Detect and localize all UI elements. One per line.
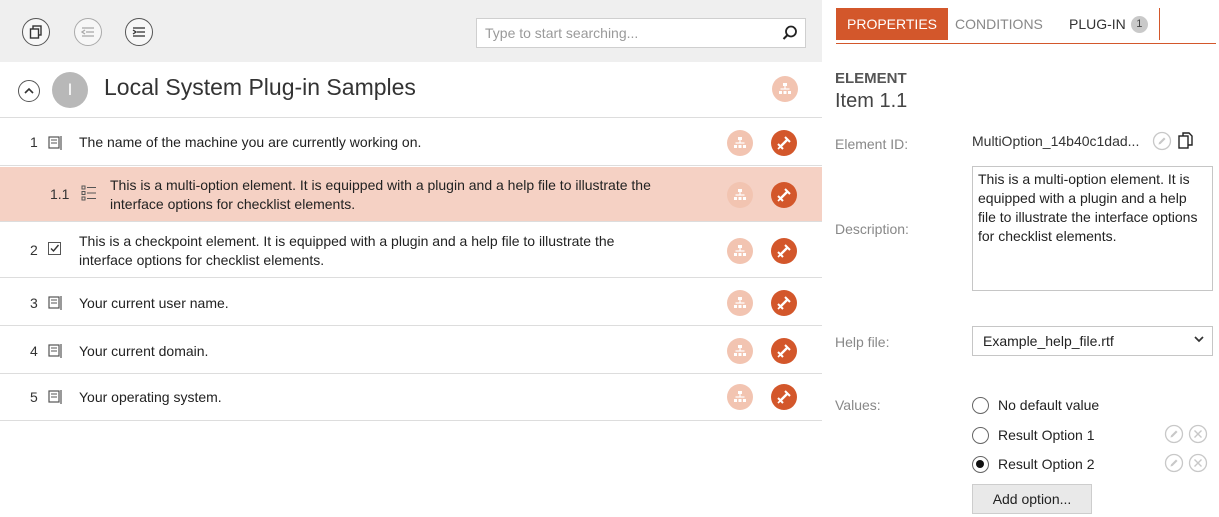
plugin-icon[interactable] — [771, 338, 797, 364]
chevron-down-icon — [1194, 335, 1204, 343]
plugin-count-badge: 1 — [1130, 15, 1148, 33]
value-option-actions — [1164, 453, 1208, 473]
list-item[interactable]: 1 The name of the machine you are curren… — [0, 119, 822, 166]
edit-icon[interactable] — [1152, 131, 1172, 151]
checkpoint-icon[interactable] — [48, 242, 61, 255]
dependency-icon[interactable] — [727, 130, 753, 156]
tab-conditions[interactable]: CONDITIONS — [944, 8, 1054, 40]
delete-icon[interactable] — [1188, 424, 1208, 444]
copy-icon[interactable] — [22, 18, 50, 46]
dependency-icon[interactable] — [772, 76, 798, 102]
dependency-icon[interactable] — [727, 238, 753, 264]
item-text-line1: This is a checkpoint element. It is equi… — [79, 233, 615, 249]
help-file-select[interactable]: Example_help_file.rtf — [972, 326, 1213, 356]
item-text-line1: This is a multi-option element. It is eq… — [110, 177, 651, 193]
dependency-icon[interactable] — [727, 338, 753, 364]
list-item[interactable]: 2 This is a checkpoint element. It is eq… — [0, 223, 822, 278]
list-item[interactable]: 3 Your current user name. — [0, 279, 822, 326]
indent-icon[interactable] — [125, 18, 153, 46]
edit-icon[interactable] — [1164, 453, 1184, 473]
dependency-icon[interactable] — [727, 182, 753, 208]
search-input[interactable] — [477, 19, 773, 47]
radio-button-checked[interactable] — [972, 456, 989, 473]
plugin-icon[interactable] — [771, 238, 797, 264]
properties-tabs: PROPERTIES CONDITIONS PLUG-IN 1 — [836, 8, 1216, 44]
list-item-selected[interactable]: 1.1 This is a multi-option element. It i… — [0, 167, 822, 222]
search-icon[interactable] — [781, 24, 799, 42]
checklist-pane: I Local System Plug-in Samples 1 The nam… — [0, 0, 822, 517]
list-item[interactable]: 5 Your operating system. — [0, 375, 822, 421]
item-text: Your current domain. — [79, 343, 209, 359]
item-number: 1 — [30, 134, 38, 150]
list-item[interactable]: 4 Your current domain. — [0, 327, 822, 374]
dependency-icon[interactable] — [727, 384, 753, 410]
item-number: 5 — [30, 389, 38, 405]
text-element-icon — [48, 295, 64, 311]
copy-to-clipboard-icon[interactable] — [1178, 132, 1194, 150]
text-element-icon — [48, 135, 64, 151]
text-element-icon — [48, 389, 64, 405]
item-text: Your current user name. — [79, 295, 229, 311]
text-element-icon — [48, 343, 64, 359]
plugin-icon[interactable] — [771, 290, 797, 316]
description-label: Description: — [835, 221, 909, 237]
delete-icon[interactable] — [1188, 453, 1208, 473]
collapse-icon[interactable] — [18, 80, 40, 102]
checklist-toolbar — [0, 0, 822, 62]
multi-option-icon — [81, 185, 97, 201]
element-id-actions — [1152, 131, 1194, 151]
plugin-icon[interactable] — [771, 182, 797, 208]
description-field[interactable]: This is a multi-option element. It is eq… — [972, 166, 1213, 291]
search-box — [476, 18, 806, 48]
checklist-title: Local System Plug-in Samples — [104, 74, 416, 100]
radio-button[interactable] — [972, 427, 989, 444]
item-text: Your operating system. — [79, 389, 222, 405]
item-number: 3 — [30, 295, 38, 311]
tab-plugin-label: PLUG-IN — [1069, 16, 1126, 32]
item-text-line2: interface options for checklist elements… — [79, 252, 325, 268]
plugin-icon[interactable] — [771, 130, 797, 156]
item-text: The name of the machine you are currentl… — [79, 134, 422, 150]
value-option-label: Result Option 1 — [998, 427, 1095, 443]
tab-properties[interactable]: PROPERTIES — [836, 8, 948, 40]
item-text-line2: interface options for checklist elements… — [110, 196, 356, 212]
add-option-button[interactable]: Add option... — [972, 484, 1092, 514]
tab-plugin[interactable]: PLUG-IN 1 — [1058, 8, 1160, 40]
radio-button[interactable] — [972, 397, 989, 414]
element-heading: ELEMENT — [835, 70, 907, 87]
plugin-icon[interactable] — [771, 384, 797, 410]
element-id-label: Element ID: — [835, 136, 909, 152]
element-id-value: MultiOption_14b40c1dad... — [972, 133, 1140, 149]
root-badge: I — [52, 72, 88, 108]
value-option-label: Result Option 2 — [998, 456, 1095, 472]
edit-icon[interactable] — [1164, 424, 1184, 444]
value-option-label: No default value — [998, 397, 1100, 413]
checklist-root-row[interactable]: I Local System Plug-in Samples — [0, 62, 822, 118]
properties-pane: PROPERTIES CONDITIONS PLUG-IN 1 ELEMENT … — [822, 0, 1219, 517]
item-number: 1.1 — [50, 186, 70, 202]
help-file-label: Help file: — [835, 334, 890, 350]
item-number: 4 — [30, 343, 38, 359]
values-label: Values: — [835, 397, 881, 413]
dependency-icon[interactable] — [727, 290, 753, 316]
value-option-actions — [1164, 424, 1208, 444]
help-file-value: Example_help_file.rtf — [983, 333, 1114, 349]
item-number: 2 — [30, 242, 38, 258]
outdent-icon[interactable] — [74, 18, 102, 46]
element-name: Item 1.1 — [835, 90, 908, 112]
